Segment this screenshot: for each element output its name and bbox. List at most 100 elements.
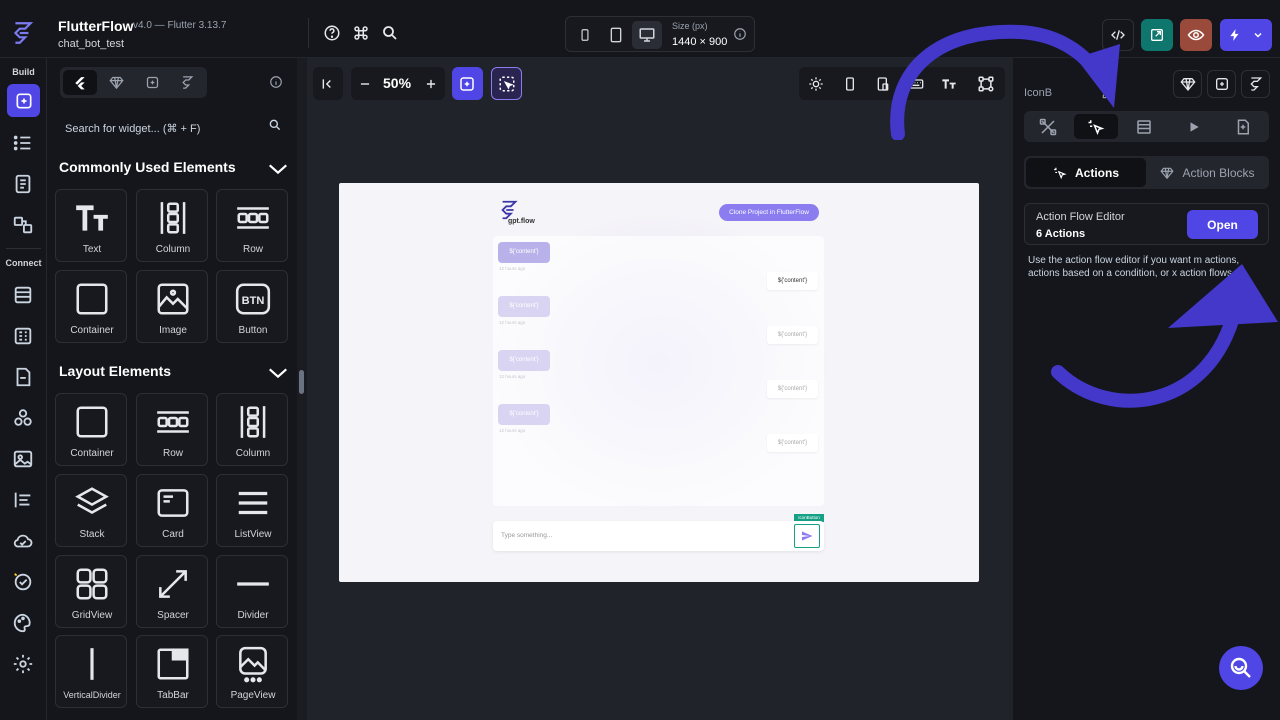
widget-tile-row[interactable]: Row — [136, 393, 208, 466]
pencil-icon[interactable] — [1101, 86, 1115, 100]
project-name[interactable]: chat_bot_test — [58, 38, 124, 50]
library-button[interactable] — [1241, 70, 1270, 98]
integrations-icon[interactable] — [12, 407, 34, 429]
user-message-bubble[interactable]: ${'content'} — [767, 434, 818, 452]
media-assets-icon[interactable] — [12, 448, 34, 470]
widget-tile-button[interactable]: BTN Button — [216, 270, 288, 343]
data-types-icon[interactable] — [12, 325, 34, 347]
tab-premium-widgets[interactable] — [99, 70, 133, 95]
add-widget-button[interactable] — [452, 67, 483, 100]
zoom-out-button[interactable] — [352, 71, 378, 97]
bounding-box-button[interactable] — [973, 71, 999, 97]
custom-code-icon[interactable] — [12, 489, 34, 511]
cloud-functions-icon[interactable] — [12, 530, 34, 552]
device-frame-button[interactable] — [837, 71, 863, 97]
chevron-down-icon[interactable] — [267, 365, 289, 381]
widget-tile-listview[interactable]: ListView — [216, 474, 288, 547]
flutterflow-logo-icon[interactable] — [10, 20, 36, 46]
tab-actions[interactable] — [1074, 114, 1118, 139]
info-icon[interactable] — [733, 27, 747, 41]
api-calls-icon[interactable] — [12, 366, 34, 388]
canvas-view-toolbar — [799, 67, 1005, 100]
widget-tile-spacer[interactable]: Spacer — [136, 555, 208, 628]
run-button[interactable] — [1220, 19, 1272, 51]
clone-project-button[interactable]: Clone Project in FlutterFlow — [719, 204, 819, 221]
widget-tile-stack[interactable]: Stack — [55, 474, 127, 547]
responsive-button[interactable] — [870, 71, 896, 97]
zoom-in-button[interactable] — [418, 71, 444, 97]
chat-list[interactable]: ${'content'} 12 hours ago ${'content'} $… — [493, 236, 824, 506]
widget-tile-verticaldivider[interactable]: VerticalDivider — [55, 635, 127, 708]
text-scale-button[interactable] — [936, 71, 962, 97]
search-icon[interactable] — [381, 24, 399, 42]
widget-tile-row[interactable]: Row — [216, 189, 288, 262]
pages-icon[interactable] — [12, 173, 34, 195]
collapse-panel-button[interactable] — [313, 67, 343, 100]
zoom-level[interactable]: 50% — [383, 75, 411, 91]
phone-device-button[interactable] — [570, 21, 600, 49]
ai-message-bubble[interactable]: ${'content'} — [498, 242, 550, 263]
widget-tile-column[interactable]: Column — [136, 189, 208, 262]
section-layout-elements[interactable]: Layout Elements — [47, 363, 297, 383]
send-icon-button[interactable] — [794, 524, 820, 548]
widget-palette-nav[interactable] — [7, 84, 40, 117]
light-mode-button[interactable] — [803, 71, 829, 97]
firestore-icon[interactable] — [12, 284, 34, 306]
user-message-bubble[interactable]: ${'content'} — [767, 272, 818, 290]
command-icon[interactable] — [352, 24, 370, 42]
preview-button[interactable] — [1180, 19, 1212, 51]
widget-tile-image[interactable]: Image — [136, 270, 208, 343]
tablet-device-button[interactable] — [601, 21, 631, 49]
ai-message-bubble[interactable]: ${'content'} — [498, 296, 550, 317]
widget-tile-gridview[interactable]: GridView — [55, 555, 127, 628]
select-widget-button[interactable] — [491, 67, 522, 100]
tab-state[interactable] — [1221, 114, 1265, 139]
tab-custom-widgets[interactable] — [135, 70, 169, 95]
help-search-button[interactable] — [1219, 646, 1263, 690]
storyboard-icon[interactable] — [12, 214, 34, 236]
tests-icon[interactable] — [12, 571, 34, 593]
premium-button[interactable] — [1173, 70, 1202, 98]
user-message-bubble[interactable]: ${'content'} — [767, 326, 818, 344]
widget-tile-column[interactable]: Column — [216, 393, 288, 466]
size-value[interactable]: 1440 × 900 — [672, 36, 727, 48]
keyboard-button[interactable] — [903, 71, 929, 97]
app-preview-frame[interactable]: gpt.flow Clone Project in FlutterFlow ${… — [339, 183, 979, 582]
segment-actions[interactable]: Actions — [1026, 158, 1146, 187]
info-icon[interactable] — [269, 75, 283, 89]
scrollbar-thumb[interactable] — [299, 370, 304, 394]
settings-gear-icon[interactable] — [12, 653, 34, 675]
tab-library-widgets[interactable] — [170, 70, 204, 95]
tab-backend-query[interactable] — [1122, 114, 1166, 139]
ai-message-bubble[interactable]: ${'content'} — [498, 350, 550, 371]
widget-search-input[interactable] — [60, 112, 290, 146]
segment-action-blocks[interactable]: Action Blocks — [1148, 158, 1267, 187]
chevron-down-icon[interactable] — [267, 161, 289, 177]
open-action-flow-button[interactable]: Open — [1187, 210, 1258, 239]
help-icon[interactable] — [323, 24, 341, 42]
minus-icon — [360, 83, 370, 85]
widget-tile-card[interactable]: Card — [136, 474, 208, 547]
desktop-device-button[interactable] — [632, 21, 662, 49]
section-commonly-used[interactable]: Commonly Used Elements — [47, 159, 297, 179]
widget-tree-icon[interactable] — [12, 132, 34, 154]
panel-scrollbar[interactable] — [297, 58, 307, 720]
theme-icon[interactable] — [12, 612, 34, 634]
ai-message-bubble[interactable]: ${'content'} — [498, 404, 550, 425]
widget-tile-text[interactable]: Text — [55, 189, 127, 262]
tab-properties[interactable] — [1026, 114, 1070, 139]
canvas-area[interactable]: 50% gpt.flow Clone Project in FlutterFlo… — [307, 58, 1013, 720]
tab-flutter-widgets[interactable] — [63, 70, 97, 95]
user-message-bubble[interactable]: ${'content'} — [767, 380, 818, 398]
code-button[interactable] — [1102, 19, 1134, 51]
search-icon[interactable] — [268, 118, 282, 132]
share-button[interactable] — [1141, 19, 1173, 51]
wrap-widget-button[interactable] — [1207, 70, 1236, 98]
message-input[interactable]: Type something... — [493, 521, 824, 551]
widget-tile-pageview[interactable]: PageView — [216, 635, 288, 708]
tab-animations[interactable] — [1172, 114, 1216, 139]
widget-tile-tabbar[interactable]: TabBar — [136, 635, 208, 708]
widget-tile-container[interactable]: Container — [55, 270, 127, 343]
widget-tile-divider[interactable]: Divider — [216, 555, 288, 628]
widget-tile-container[interactable]: Container — [55, 393, 127, 466]
